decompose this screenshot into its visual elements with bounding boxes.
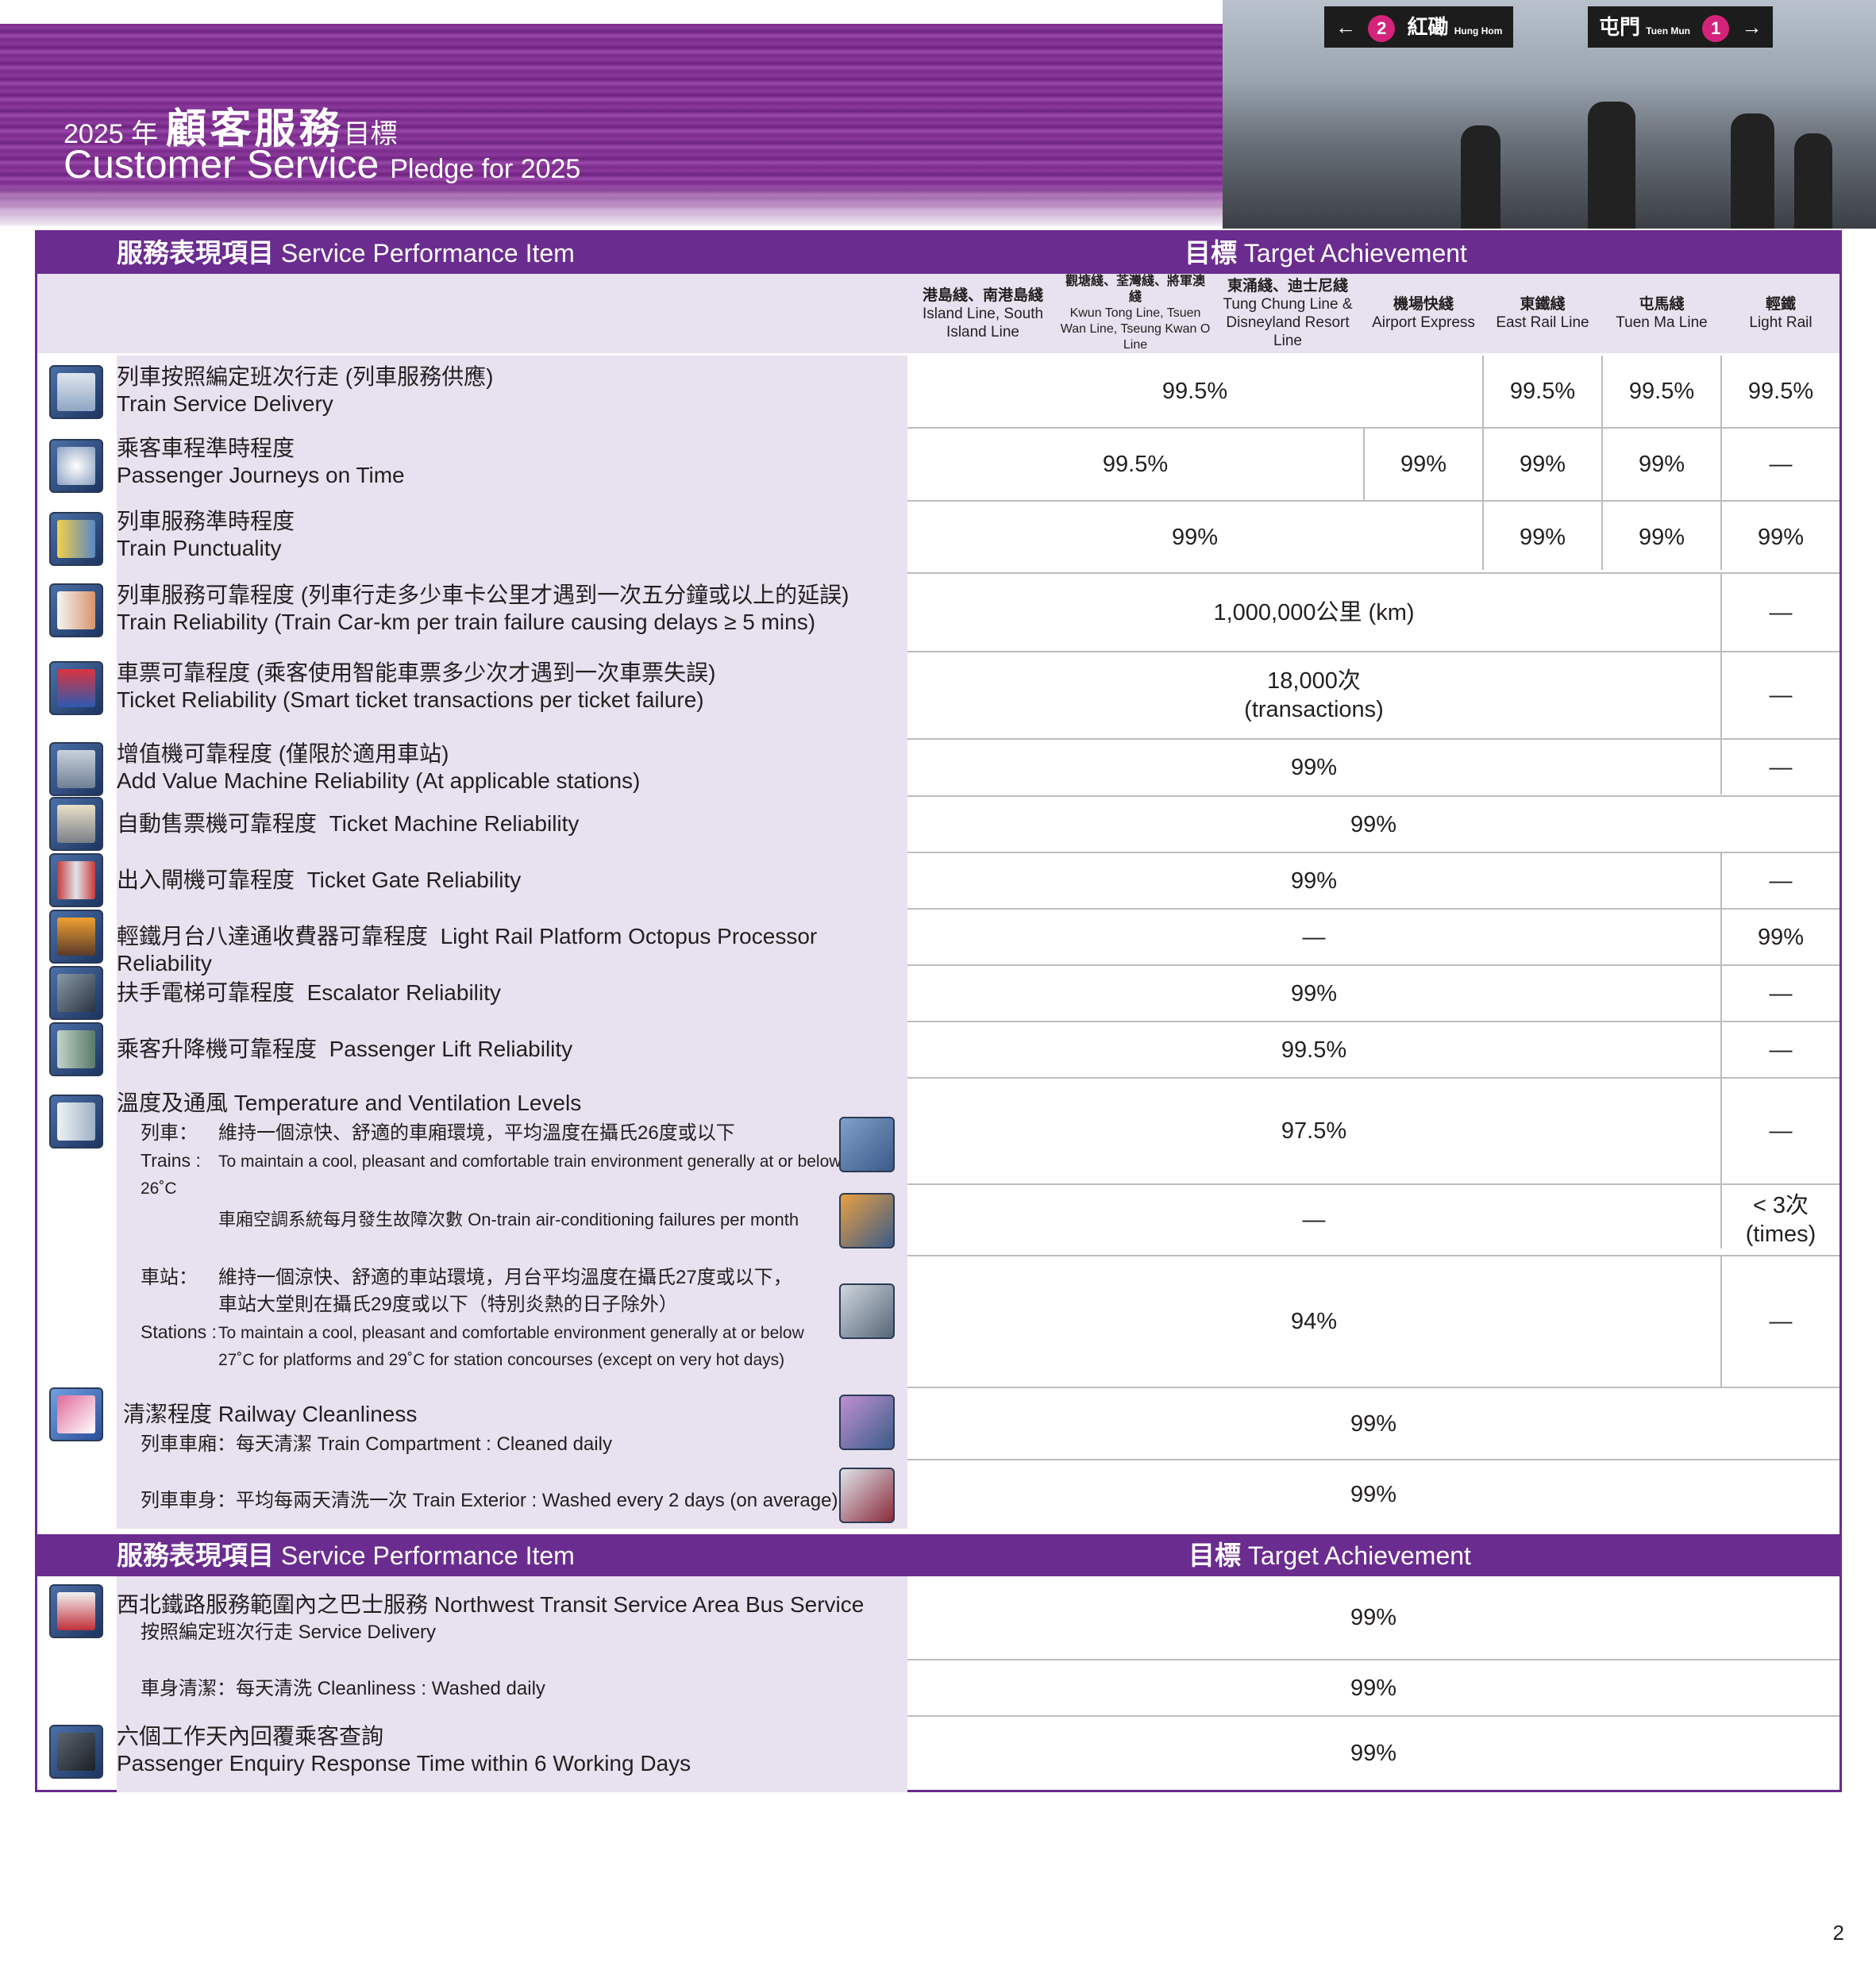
ticket-reliability-target: 18,000次 (transactions) — [1244, 668, 1384, 722]
temperature-ac: 車廂空調系統每月發生故障次數 On-train air-conditioning… — [218, 1210, 799, 1229]
banner-fade — [0, 183, 1413, 230]
passenger-figure — [1731, 114, 1774, 229]
temperature-trains: 列車： 維持一個涼快、舒適的車廂環境，平均溫度在攝氏26度或以下 Trains :… — [141, 1122, 842, 1198]
col-kwun-tong: 觀塘綫、荃灣綫、將軍澳綫 Kwun Tong Line, Tsuen Wan Li… — [1060, 274, 1211, 353]
table-header-2: 服務表現項目 Service Performance Item 目標 Targe… — [37, 1534, 1839, 1576]
row-train-punctuality: 列車服務準時程度 Train Punctuality — [117, 509, 295, 560]
title-en: Customer Service Pledge for 2025 — [64, 142, 581, 187]
ac-target-lr: < 3次 (times) — [1745, 1193, 1816, 1247]
row-ticket-machine: 自動售票機可靠程度 Ticket Machine Reliability — [117, 811, 580, 836]
passenger-figure — [1588, 102, 1635, 229]
row-enquiry: 六個工作天內回覆乘客查詢 Passenger Enquiry Response T… — [117, 1724, 691, 1776]
station-photo: ← 2 紅磡 Hung Hom 屯門 Tuen Mun 1 → — [1223, 0, 1876, 229]
train-interior-thumb — [839, 1117, 895, 1172]
row-escalator: 扶手電梯可靠程度 Escalator Reliability — [117, 980, 501, 1005]
compartment-thumb — [839, 1395, 895, 1450]
col-light-rail: 輕鐵 Light Rail — [1722, 274, 1839, 353]
ac-thumb — [839, 1193, 895, 1249]
passenger-figure — [1794, 133, 1832, 229]
row-ticket-reliability: 車票可靠程度 (乘客使用智能車票多少次才遇到一次車票失誤) Ticket Reli… — [117, 660, 716, 712]
row-add-value-machine: 增值機可靠程度 (僅限於適用車站) Add Value Machine Relia… — [117, 741, 641, 793]
passenger-figure — [1461, 125, 1500, 229]
table-header: 服務表現項目 Service Performance Item 目標 Targe… — [37, 233, 1839, 274]
station-sign-right: 屯門 Tuen Mun 1 → — [1588, 6, 1774, 48]
col-tung-chung: 東涌綫、迪士尼綫 Tung Chung Line & Disneyland Res… — [1212, 274, 1363, 353]
temperature-stations: 車站： 維持一個涼快、舒適的車站環境，月台平均溫度在攝氏27度或以下， 車站大堂則… — [141, 1267, 804, 1369]
line-badge: 2 — [1368, 15, 1396, 42]
row-passenger-journeys: 乘客車程準時程度 Passenger Journeys on Time — [117, 436, 405, 487]
row-lr-octopus: 輕鐵月台八達通收費器可靠程度 Light Rail Platform Octop… — [117, 924, 818, 975]
col-east-rail: 東鐵綫 East Rail Line — [1484, 274, 1601, 353]
page-number: 2 — [1832, 1921, 1844, 1945]
row-lift: 乘客升降機可靠程度 Passenger Lift Reliability — [117, 1037, 573, 1061]
col-airport-express: 機場快綫 Airport Express — [1365, 274, 1482, 353]
line-badge: 1 — [1702, 15, 1730, 42]
row-cleanliness: 清潔程度 Railway Cleanliness — [123, 1402, 418, 1426]
pledge-table: 服務表現項目 Service Performance Item 目標 Targe… — [35, 230, 1842, 1792]
row-train-reliability: 列車服務可靠程度 (列車行走多少車卡公里才遇到一次五分鐘或以上的延誤) Train… — [117, 583, 849, 634]
col-island: 港島綫、南港島綫 Island Line, South Island Line — [907, 274, 1058, 353]
station-sign-left: ← 2 紅磡 Hung Hom — [1324, 6, 1514, 48]
col-tuen-ma: 屯馬綫 Tuen Ma Line — [1603, 274, 1720, 353]
arrow-left-icon: ← — [1335, 15, 1356, 39]
arrow-right-icon: → — [1741, 15, 1762, 39]
train-exterior-thumb — [839, 1468, 895, 1523]
station-thumb — [839, 1283, 895, 1339]
row-train-service-delivery: 列車按照編定班次行走 (列車服務供應) Train Service Deliver… — [117, 364, 494, 416]
row-temperature-title: 溫度及通風 Temperature and Ventilation Levels — [117, 1091, 582, 1115]
row-ticket-gate: 出入閘機可靠程度 Ticket Gate Reliability — [117, 868, 522, 892]
row-bus: 西北鐵路服務範圍內之巴士服務 Northwest Transit Service… — [117, 1592, 865, 1617]
